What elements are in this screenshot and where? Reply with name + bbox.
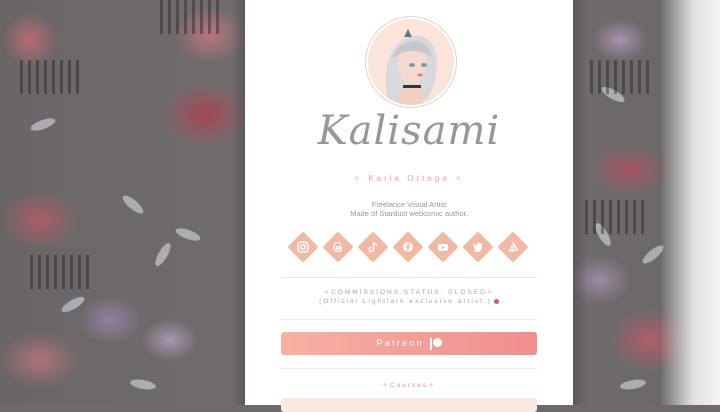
twitter-link[interactable] xyxy=(462,231,494,263)
bio: Freelance Visual Artist Made of Stardust… xyxy=(245,200,573,218)
status-line: (Official Lightlark exclusive artist.) xyxy=(319,298,492,305)
section-heading-courses: ✧Courses✧ xyxy=(382,382,436,389)
divider xyxy=(281,319,537,320)
divider xyxy=(281,368,537,369)
facebook-link[interactable] xyxy=(392,231,424,263)
real-name: ✧ Karla Ortega ✧ xyxy=(353,174,465,183)
paper-edge xyxy=(660,0,720,405)
course-button[interactable] xyxy=(281,398,537,412)
panel-shadow-right xyxy=(573,0,587,405)
divider xyxy=(281,277,537,278)
threads-icon xyxy=(327,236,349,258)
tiktok-icon xyxy=(362,236,384,258)
avatar xyxy=(366,17,456,107)
status-line: ✧COMMISSIONS STATUS: CLOSED✧ xyxy=(323,289,495,296)
commission-status: ✧COMMISSIONS STATUS: CLOSED✧ (Official L… xyxy=(245,288,573,306)
facebook-icon xyxy=(397,236,419,258)
status-dot xyxy=(493,298,499,304)
panel-shadow-left xyxy=(231,0,245,405)
display-name: Kalisami xyxy=(317,108,501,154)
youtube-icon xyxy=(432,236,454,258)
instagram-link[interactable] xyxy=(287,231,319,263)
patreon-icon xyxy=(429,337,442,350)
patreon-button[interactable]: Patreon xyxy=(281,332,537,355)
bio-line: Freelance Visual Artist xyxy=(371,200,447,209)
tiktok-link[interactable] xyxy=(357,231,389,263)
twitter-icon xyxy=(467,236,489,258)
artstation-link[interactable] xyxy=(497,231,529,263)
instagram-icon xyxy=(292,236,314,258)
bio-line: Made of Stardust webcomic author. xyxy=(350,209,468,218)
link-panel: Kalisami ✧ Karla Ortega ✧ Freelance Visu… xyxy=(245,0,573,412)
threads-link[interactable] xyxy=(322,231,354,263)
social-links xyxy=(287,231,534,263)
patreon-label: Patreon xyxy=(376,338,424,349)
artstation-icon xyxy=(502,236,524,258)
youtube-link[interactable] xyxy=(427,231,459,263)
